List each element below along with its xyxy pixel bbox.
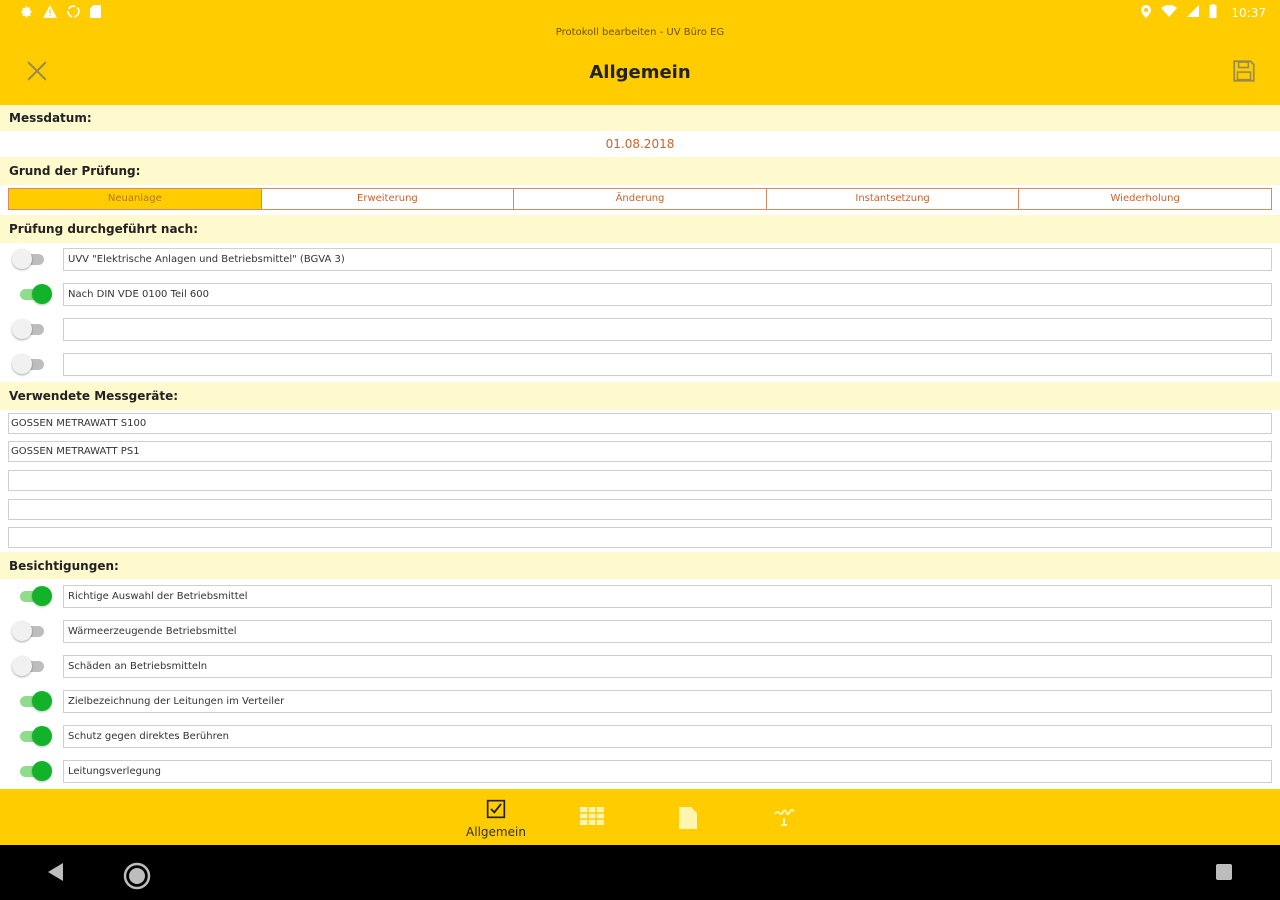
standard-field[interactable] — [63, 353, 1272, 376]
reason-segmented-control: Neuanlage Erweiterung Änderung Instantse… — [8, 188, 1272, 210]
segment-instantsetzung[interactable]: Instantsetzung — [765, 189, 1019, 209]
standard-field[interactable]: Nach DIN VDE 0100 Teil 600 — [63, 283, 1272, 306]
section-header-durchgefuehrt: Prüfung durchgeführt nach: — [0, 215, 1280, 243]
besichtigungen-label: Besichtigungen: — [9, 558, 119, 573]
inspection-field[interactable]: Schutz gegen direktes Berühren — [63, 725, 1272, 748]
messdatum-label: Messdatum: — [9, 111, 92, 125]
inspection-toggle[interactable] — [12, 726, 52, 748]
recents-icon[interactable] — [1216, 864, 1232, 880]
status-clock: 10:37 — [1231, 6, 1266, 20]
wifi-icon — [1161, 4, 1178, 21]
standard-row — [0, 318, 1280, 341]
inspection-toggle[interactable] — [12, 656, 52, 678]
standard-toggle[interactable] — [12, 354, 52, 376]
inspection-toggle[interactable] — [12, 691, 52, 713]
device-field[interactable]: GOSSEN METRAWATT PS1 — [8, 441, 1272, 462]
inspection-toggle[interactable] — [12, 761, 52, 783]
inspection-toggle[interactable] — [12, 586, 52, 608]
standard-field[interactable]: UVV "Elektrische Anlagen und Betriebsmit… — [63, 248, 1272, 271]
segment-aenderung[interactable]: Änderung — [513, 189, 766, 209]
status-right-icons: 10:37 — [1141, 4, 1266, 22]
signal-icon — [1187, 5, 1200, 21]
inspection-field[interactable]: Zielbezeichnung der Leitungen im Verteil… — [63, 690, 1272, 713]
inspection-row: Schäden an Betriebsmitteln — [0, 655, 1280, 678]
section-header-messgeraete: Verwendete Messgeräte: — [0, 382, 1280, 410]
date-field[interactable]: 01.08.2018 — [0, 131, 1280, 157]
standard-toggle[interactable] — [12, 249, 52, 271]
inspection-row: Schutz gegen direktes Berühren — [0, 725, 1280, 748]
standard-row: Nach DIN VDE 0100 Teil 600 — [0, 283, 1280, 306]
status-bar: 10:37 — [0, 0, 1280, 26]
sd-card-icon — [90, 4, 101, 22]
checkbox-icon — [486, 799, 506, 823]
messgeraete-label: Verwendete Messgeräte: — [9, 389, 179, 403]
save-button[interactable] — [1230, 59, 1258, 87]
nav-item-signature[interactable] — [760, 789, 808, 845]
inspection-row: Leitungsverlegung — [0, 760, 1280, 783]
system-navigation-bar — [0, 845, 1280, 900]
section-header-messdatum: Messdatum: — [0, 105, 1280, 131]
app-screen: 10:37 Protokoll bearbeiten - UV Büro EG … — [0, 0, 1280, 900]
inspection-field[interactable]: Leitungsverlegung — [63, 760, 1272, 783]
segment-wiederholung[interactable]: Wiederholung — [1018, 189, 1271, 209]
section-header-grund: Grund der Prüfung: — [0, 157, 1280, 185]
nav-item-label: Allgemein — [466, 825, 526, 839]
battery-icon — [1209, 4, 1217, 22]
status-left-icons — [20, 4, 101, 22]
segment-neuanlage[interactable]: Neuanlage — [9, 189, 261, 209]
page-title: Allgemein — [589, 62, 691, 83]
standard-toggle[interactable] — [12, 284, 52, 306]
durchgefuehrt-label: Prüfung durchgeführt nach: — [9, 222, 198, 236]
signature-icon — [772, 806, 796, 832]
device-field[interactable] — [8, 499, 1272, 520]
inspection-field[interactable]: Richtige Auswahl der Betriebsmittel — [63, 585, 1272, 608]
inspection-toggle[interactable] — [12, 621, 52, 643]
inspection-field[interactable]: Wärmeerzeugende Betriebsmittel — [63, 620, 1272, 643]
standard-row — [0, 353, 1280, 376]
document-icon — [679, 807, 697, 833]
standard-row: UVV "Elektrische Anlagen und Betriebsmit… — [0, 248, 1280, 271]
inspection-row: Wärmeerzeugende Betriebsmittel — [0, 620, 1280, 643]
back-icon — [46, 863, 66, 886]
home-button[interactable] — [122, 861, 152, 895]
section-header-besichtigungen: Besichtigungen: — [0, 552, 1280, 579]
home-icon — [122, 862, 152, 895]
inspection-row: Zielbezeichnung der Leitungen im Verteil… — [0, 690, 1280, 713]
form-content[interactable]: Messdatum: 01.08.2018 Grund der Prüfung:… — [0, 105, 1280, 789]
standard-toggle[interactable] — [12, 319, 52, 341]
nav-item-document[interactable] — [664, 789, 712, 845]
device-field[interactable] — [8, 527, 1272, 548]
standard-field[interactable] — [63, 318, 1272, 341]
grund-label: Grund der Prüfung: — [9, 164, 141, 178]
gear-icon — [20, 5, 33, 22]
app-bar: Protokoll bearbeiten - UV Büro EG Allgem… — [0, 26, 1280, 105]
table-icon — [580, 807, 604, 829]
device-field[interactable]: GOSSEN METRAWATT S100 — [8, 413, 1272, 434]
inspection-row: Richtige Auswahl der Betriebsmittel — [0, 585, 1280, 608]
back-button[interactable] — [46, 862, 66, 886]
bottom-navigation: Allgemein — [0, 789, 1280, 845]
warning-icon — [43, 4, 57, 22]
location-icon — [1141, 4, 1152, 22]
nav-item-allgemein[interactable]: Allgemein — [456, 789, 536, 845]
segment-erweiterung[interactable]: Erweiterung — [260, 189, 514, 209]
inspection-field[interactable]: Schäden an Betriebsmitteln — [63, 655, 1272, 678]
nav-item-table[interactable] — [568, 789, 616, 845]
sync-icon — [67, 4, 80, 22]
app-bar-subtitle: Protokoll bearbeiten - UV Büro EG — [555, 27, 725, 38]
save-icon — [1231, 58, 1257, 88]
device-field[interactable] — [8, 470, 1272, 491]
